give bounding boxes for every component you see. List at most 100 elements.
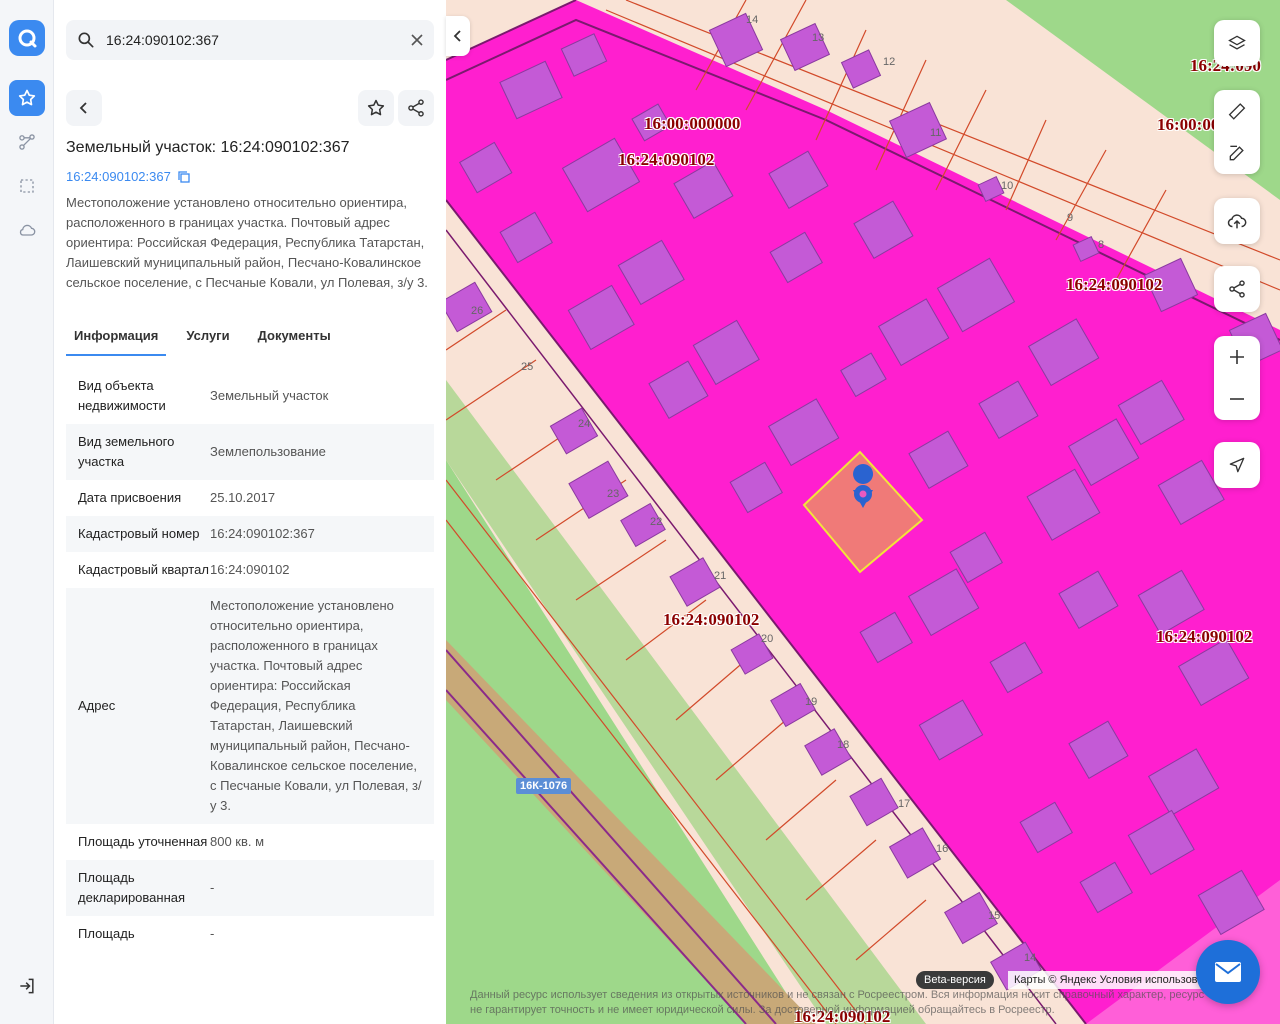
zoom-in-icon[interactable] xyxy=(1228,348,1246,366)
house-number: 19 xyxy=(805,696,818,708)
upload-button[interactable] xyxy=(1214,198,1260,244)
info-key: Кадастровый номер xyxy=(78,526,200,541)
info-key: Вид объекта недвижимости xyxy=(78,378,166,413)
info-row: Кадастровый квартал 16:24:090102 xyxy=(66,552,434,588)
ruler-icon[interactable] xyxy=(1227,101,1247,121)
cadastral-label: 16:24:090102 xyxy=(1156,627,1253,646)
tab-bar: Информация Услуги Документы xyxy=(66,322,434,356)
dashed-square-icon xyxy=(20,179,34,193)
info-value: 16:24:090102 xyxy=(210,562,290,577)
logo-icon xyxy=(18,29,37,48)
house-number: 10 xyxy=(1001,180,1014,192)
house-number: 15 xyxy=(988,910,1001,922)
layers-icon xyxy=(1228,35,1246,50)
house-number: 9 xyxy=(1067,212,1074,224)
house-number: 26 xyxy=(471,305,484,317)
map-share-button[interactable] xyxy=(1214,266,1260,312)
cadastral-label: 16:24:090102 xyxy=(663,610,760,629)
tools-group xyxy=(1214,90,1260,174)
info-row: Площадь - xyxy=(66,916,434,952)
cloud-icon xyxy=(19,224,36,236)
house-number: 11 xyxy=(930,127,942,139)
info-key: Площадь xyxy=(78,926,135,941)
star-icon xyxy=(367,99,385,116)
info-row: Вид объекта недвижимости Земельный участо… xyxy=(66,368,434,424)
left-rail xyxy=(0,0,54,1024)
star-icon xyxy=(18,89,36,106)
house-number: 23 xyxy=(607,488,620,500)
cadastral-number-text[interactable]: 16:24:090102:367 xyxy=(66,169,171,184)
house-number: 18 xyxy=(837,739,850,751)
info-value: 25.10.2017 xyxy=(210,490,276,505)
rail-logout-button[interactable] xyxy=(9,968,45,1004)
house-number: 20 xyxy=(761,633,774,645)
house-number: 21 xyxy=(714,570,727,582)
back-button[interactable] xyxy=(66,90,102,126)
map-canvas[interactable]: 16:00:000000 16:24:090102 16:24:090102 1… xyxy=(446,0,1280,1024)
contact-mail-button[interactable] xyxy=(1196,940,1260,1004)
info-key: Площадь декларированная xyxy=(78,870,186,905)
info-row: Адрес Местоположение установлено относите… xyxy=(66,588,434,824)
house-number: 22 xyxy=(650,516,663,528)
rail-favorites-button[interactable] xyxy=(9,80,45,116)
chevron-left-icon xyxy=(79,102,87,114)
rail-cloud-button[interactable] xyxy=(9,212,45,248)
road-badge: 16К-1076 xyxy=(516,778,572,794)
info-row: Кадастровый номер 16:24:090102:367 xyxy=(66,516,434,552)
house-number: 17 xyxy=(898,798,911,810)
search-icon xyxy=(76,30,96,50)
beta-badge: Beta-версия xyxy=(916,971,994,989)
page-title: Земельный участок: 16:24:090102:367 xyxy=(66,139,350,156)
search-bar xyxy=(66,20,434,60)
info-value: Земельный участок xyxy=(210,388,329,403)
cadastral-label: 16:24:090102 xyxy=(618,150,715,169)
collapse-panel-button[interactable] xyxy=(446,16,470,56)
tab-services[interactable]: Услуги xyxy=(178,322,237,356)
house-number: 25 xyxy=(521,361,534,373)
info-panel: Земельный участок: 16:24:090102:367 16:2… xyxy=(54,0,446,1024)
info-value: Землепользование xyxy=(210,444,326,459)
disclaimer-text: Данный ресурс использует сведения из отк… xyxy=(470,989,1205,1016)
share-icon xyxy=(408,99,424,117)
geolocate-button[interactable] xyxy=(1214,442,1260,488)
info-value: - xyxy=(210,926,215,941)
cloud-upload-icon xyxy=(1227,214,1247,229)
copy-icon[interactable] xyxy=(177,170,191,184)
layers-button[interactable] xyxy=(1214,20,1260,66)
house-number: 16 xyxy=(936,843,949,855)
house-number: 8 xyxy=(1098,239,1105,251)
rail-select-area-button[interactable] xyxy=(9,168,45,204)
share-button[interactable] xyxy=(398,90,434,126)
search-input[interactable] xyxy=(106,32,396,48)
info-row: Площадь уточненная 800 кв. м xyxy=(66,824,434,860)
info-key: Адрес xyxy=(78,698,116,713)
rail-route-button[interactable] xyxy=(9,124,45,160)
cadastral-number-link[interactable]: 16:24:090102:367 xyxy=(66,169,191,184)
tab-documents[interactable]: Документы xyxy=(250,322,339,356)
info-value: 800 кв. м xyxy=(210,834,265,849)
info-value: Местоположение установлено относительно … xyxy=(210,598,422,813)
map-layer xyxy=(446,0,1280,1024)
app-logo[interactable] xyxy=(9,20,45,56)
tab-information[interactable]: Информация xyxy=(66,322,167,356)
map-attribution[interactable]: Карты © Яндекс Условия использования xyxy=(1008,971,1208,989)
route-icon xyxy=(19,134,35,150)
house-number: 13 xyxy=(812,32,825,44)
info-row: Вид земельного участка Землепользование xyxy=(66,424,434,480)
object-description: Местоположение установлено относительно … xyxy=(66,195,428,290)
info-key: Кадастровый квартал xyxy=(78,562,209,577)
clear-search-icon[interactable] xyxy=(410,33,424,47)
house-number: 12 xyxy=(883,56,896,68)
info-key: Вид земельного участка xyxy=(78,434,175,469)
info-key: Площадь уточненная xyxy=(78,834,208,849)
edit-icon[interactable] xyxy=(1227,143,1247,163)
info-key: Дата присвоения xyxy=(78,490,182,505)
house-number: 14 xyxy=(746,14,759,26)
favorite-button[interactable] xyxy=(358,90,394,126)
house-number: 24 xyxy=(578,418,591,430)
info-row: Площадь декларированная - xyxy=(66,860,434,916)
share-icon xyxy=(1229,280,1245,298)
mail-icon xyxy=(1215,962,1241,982)
navigation-arrow-icon xyxy=(1229,457,1245,473)
zoom-out-icon[interactable] xyxy=(1228,390,1246,408)
